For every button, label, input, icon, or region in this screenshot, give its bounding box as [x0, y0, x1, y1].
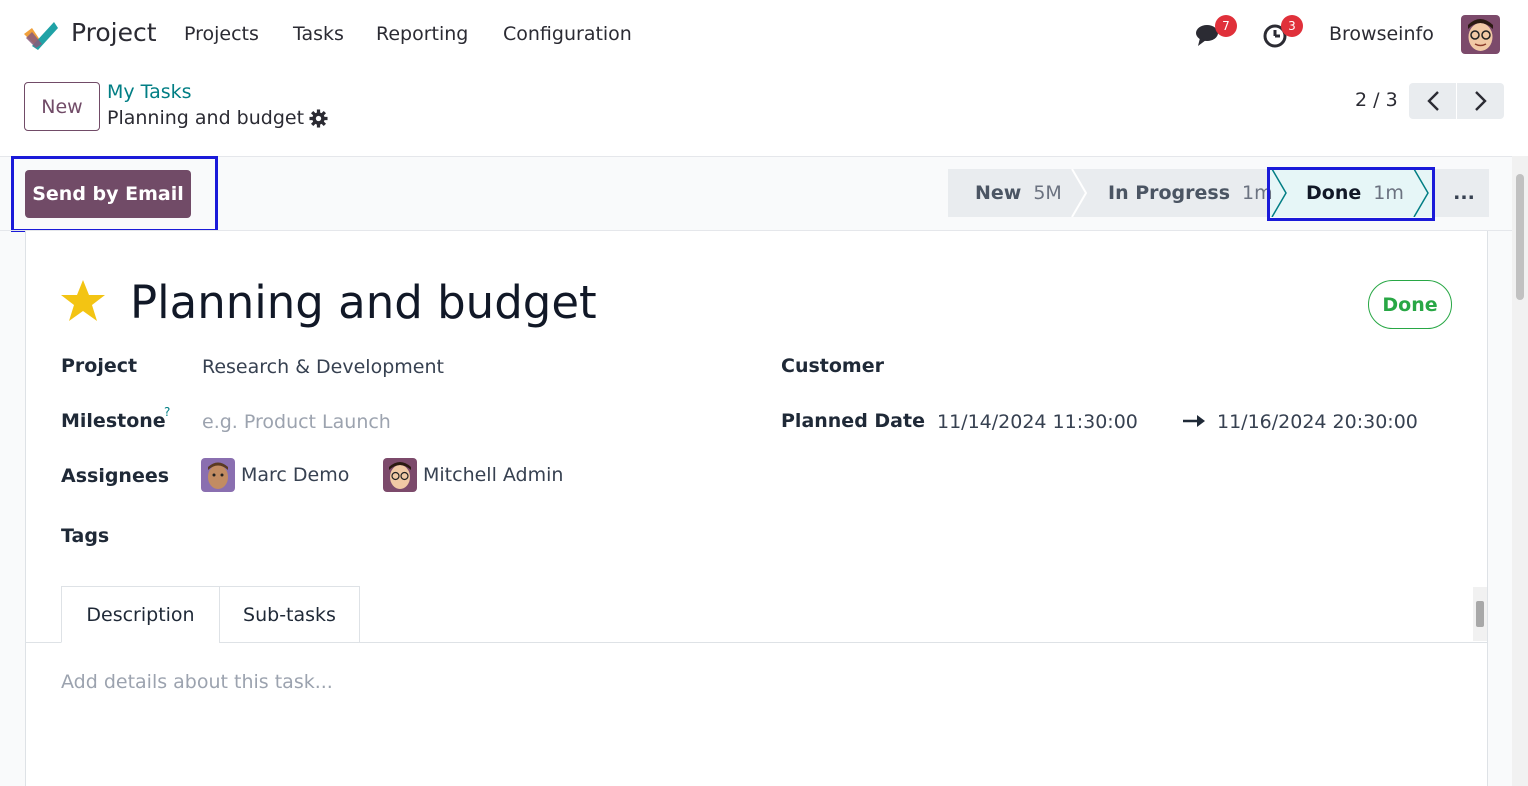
planned-end-field[interactable]: 11/16/2024 20:30:00	[1217, 411, 1418, 433]
milestone-help-icon[interactable]: ?	[164, 405, 170, 419]
milestone-field[interactable]: e.g. Product Launch	[202, 411, 391, 433]
assignee-marc-demo[interactable]: Marc Demo	[241, 464, 349, 486]
stage-in-progress-label: In Progress	[1108, 182, 1231, 204]
planned-start-field[interactable]: 11/14/2024 11:30:00	[937, 411, 1138, 433]
stage-separator-icon	[1071, 169, 1088, 217]
stage-new-duration: 5M	[1033, 182, 1062, 204]
breadcrumb-current: Planning and budget	[107, 107, 305, 129]
top-navbar: Project Projects Tasks Reporting Configu…	[0, 0, 1528, 70]
assignee-mitchell-admin[interactable]: Mitchell Admin	[423, 464, 563, 486]
tab-scrollbar-thumb[interactable]	[1476, 601, 1484, 627]
arrow-right-icon	[1183, 415, 1205, 427]
planned-date-label: Planned Date	[781, 410, 925, 432]
task-state-badge[interactable]: Done	[1368, 280, 1452, 329]
user-avatar[interactable]	[1461, 15, 1500, 54]
menu-tasks[interactable]: Tasks	[293, 23, 344, 45]
highlight-box-stage-done	[1267, 167, 1435, 221]
more-stages-button[interactable]: ...	[1440, 169, 1488, 217]
chevron-left-icon	[1426, 91, 1439, 111]
app-name[interactable]: Project	[71, 18, 157, 47]
assignees-label: Assignees	[61, 465, 170, 487]
avatar	[201, 458, 235, 492]
tab-sub-tasks[interactable]: Sub-tasks	[219, 586, 360, 643]
pager-value: 2 / 3	[1355, 89, 1398, 111]
page-scrollbar-thumb[interactable]	[1516, 174, 1524, 300]
tab-description[interactable]: Description	[61, 586, 220, 643]
pager-next-button[interactable]	[1457, 83, 1504, 119]
breadcrumb-my-tasks[interactable]: My Tasks	[107, 81, 192, 103]
activities-count-badge: 3	[1281, 15, 1303, 37]
highlight-box-send-email	[11, 156, 218, 232]
project-label: Project	[61, 355, 138, 377]
milestone-label: Milestone	[61, 410, 166, 432]
star-priority-icon[interactable]	[60, 279, 106, 323]
stage-new[interactable]: New 5M	[975, 169, 1062, 217]
stage-new-label: New	[975, 182, 1022, 204]
customer-label: Customer	[781, 355, 884, 377]
tags-label: Tags	[61, 525, 110, 547]
menu-configuration[interactable]: Configuration	[503, 23, 632, 45]
description-editor[interactable]: Add details about this task...	[61, 671, 333, 693]
task-title[interactable]: Planning and budget	[130, 276, 597, 329]
pager-previous-button[interactable]	[1409, 83, 1456, 119]
menu-projects[interactable]: Projects	[184, 23, 259, 45]
messages-count-badge: 7	[1215, 15, 1237, 37]
menu-reporting[interactable]: Reporting	[376, 23, 468, 45]
new-button[interactable]: New	[24, 82, 100, 131]
project-field[interactable]: Research & Development	[202, 356, 444, 378]
project-app-logo-icon[interactable]	[22, 18, 58, 50]
stage-in-progress[interactable]: In Progress 1m	[1108, 169, 1273, 217]
company-name[interactable]: Browseinfo	[1329, 23, 1434, 45]
chevron-right-icon	[1474, 91, 1487, 111]
gear-icon[interactable]	[309, 109, 328, 128]
avatar	[383, 458, 417, 492]
